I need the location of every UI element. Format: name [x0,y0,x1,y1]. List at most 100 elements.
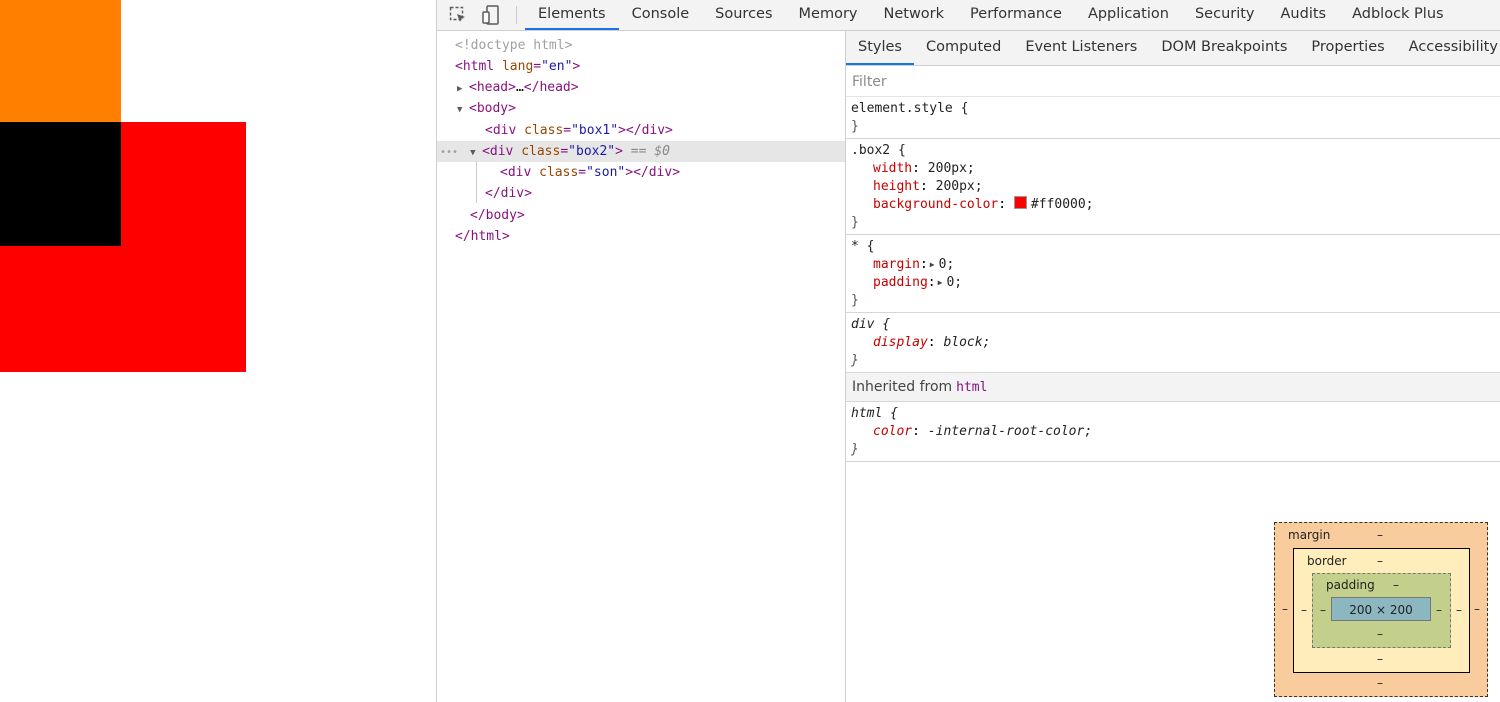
dom-node-head[interactable]: ▶ <head>…</head> [437,77,845,98]
more-options-icon[interactable]: ••• [437,147,458,158]
dom-tree: <!doctype html> <html lang="en"> ▶ <head>… [437,31,845,702]
css-property-display: display: block; [873,335,991,350]
tab-performance[interactable]: Performance [957,0,1075,30]
toolbar-separator [516,6,517,24]
tab-application[interactable]: Application [1075,0,1182,30]
css-property-background-color[interactable]: background-color: #ff0000; [873,196,1500,214]
box2-attr-name: class [521,144,561,159]
universal-selector: * { [851,239,875,254]
prop-name: width [873,161,913,176]
box2-element [0,122,246,372]
close-brace: } [851,215,859,230]
box-model-padding[interactable]: padding – – – – 200 × 200 [1312,573,1451,648]
tab-audits[interactable]: Audits [1268,0,1340,30]
filter-bar [846,66,1500,97]
collapse-triangle-icon[interactable]: ▼ [457,100,469,121]
dom-node-doctype[interactable]: <!doctype html> [437,35,845,56]
html-tag-name: html [462,59,495,74]
rule-universal[interactable]: * { margin: ▶ 0; padding: ▶ 0; } [846,235,1500,313]
html-close-tag-name: html [470,229,502,244]
prop-name: padding [873,275,928,290]
padding-right-value[interactable]: – [1436,603,1442,617]
box2-selector: .box2 { [851,143,906,158]
prop-value: #ff0000; [1030,197,1094,212]
color-swatch-icon[interactable] [1013,196,1027,209]
subtab-properties[interactable]: Properties [1299,31,1396,65]
son-element [0,122,121,246]
prop-name: display [873,335,928,350]
tab-console[interactable]: Console [619,0,703,30]
dom-node-box2-close[interactable]: </div> [437,183,845,204]
tab-memory[interactable]: Memory [786,0,871,30]
subtab-event-listeners[interactable]: Event Listeners [1013,31,1149,65]
dom-node-html-close[interactable]: </html> [437,226,845,247]
padding-label: padding [1326,578,1375,592]
margin-bottom-value[interactable]: – [1377,676,1383,690]
expand-shorthand-icon[interactable]: ▶ [930,256,935,274]
dom-node-body[interactable]: ▼ <body> [437,98,845,119]
tab-security[interactable]: Security [1182,0,1268,30]
head-close-tag-name: head [539,80,571,95]
html-attr-value: "en" [541,59,573,74]
rule-element-style[interactable]: element.style { } [846,97,1500,139]
subtab-accessibility[interactable]: Accessibility [1397,31,1500,65]
inspect-element-icon[interactable] [447,4,469,26]
margin-left-value[interactable]: – [1282,602,1288,616]
box1-close-tag-name: div [641,123,666,138]
border-top-value[interactable]: – [1377,554,1383,568]
head-ellipsis: … [515,80,524,95]
dom-node-box1[interactable]: <div class="box1"></div> [437,120,845,141]
doctype-text: <!doctype html> [455,38,573,53]
devtools-panel: Elements Console Sources Memory Network … [436,0,1500,702]
css-property-width[interactable]: width: 200px; [873,160,1500,178]
subtab-styles[interactable]: Styles [846,31,914,65]
prop-name: margin [873,257,920,272]
dom-node-body-close[interactable]: </body> [437,205,845,226]
expand-shorthand-icon[interactable]: ▶ [938,274,943,292]
dom-node-box2[interactable]: ••• ▼ <div class="box2"> == $0 [437,141,845,162]
rule-user-agent-div[interactable]: div { display: block; } [846,313,1500,373]
tab-adblock-plus[interactable]: Adblock Plus [1339,0,1456,30]
close-brace: } [851,442,859,457]
box-model-margin[interactable]: margin – – – – border – – – – padding – … [1274,522,1488,697]
tab-elements[interactable]: Elements [525,0,619,30]
dom-node-son[interactable]: <div class="son"></div> [437,162,845,183]
css-property-padding[interactable]: padding: ▶ 0; [873,274,1500,292]
css-property-margin[interactable]: margin: ▶ 0; [873,256,1500,274]
expand-triangle-icon[interactable]: ▶ [457,79,469,100]
border-left-value[interactable]: – [1301,603,1307,617]
padding-bottom-value[interactable]: – [1377,627,1383,641]
border-bottom-value[interactable]: – [1377,652,1383,666]
body-close-tag-name: body [485,208,517,223]
close-brace: } [851,353,859,368]
padding-top-value[interactable]: – [1393,578,1399,592]
styles-filter-input[interactable] [850,70,1454,94]
device-toolbar-icon[interactable] [480,4,502,26]
tab-network[interactable]: Network [871,0,958,30]
box-model-border[interactable]: border – – – – padding – – – – 200 × 200 [1293,548,1470,673]
div-selector: div { [851,317,891,332]
body-tag-name: body [476,101,509,116]
inherited-tag-link[interactable]: html [956,380,987,395]
styles-pane: Styles Computed Event Listeners DOM Brea… [845,31,1500,702]
close-brace: } [851,119,859,134]
border-label: border [1307,554,1347,568]
subtab-dom-breakpoints[interactable]: DOM Breakpoints [1149,31,1299,65]
box1-element [0,0,121,122]
margin-top-value[interactable]: – [1377,528,1383,542]
css-property-color: color: -internal-root-color; [873,424,1093,439]
tab-sources[interactable]: Sources [702,0,785,30]
padding-left-value[interactable]: – [1320,603,1326,617]
margin-right-value[interactable]: – [1474,602,1480,616]
prop-value: 0; [946,275,963,290]
css-property-height[interactable]: height: 200px; [873,178,1500,196]
box2-tag-name: div [489,144,514,159]
son-close-tag-name: div [648,165,673,180]
rule-box2[interactable]: .box2 { width: 200px; height: 200px; bac… [846,139,1500,235]
rule-user-agent-html[interactable]: html { color: -internal-root-color; } [846,402,1500,462]
subtab-computed[interactable]: Computed [914,31,1013,65]
box-model-content[interactable]: 200 × 200 [1331,597,1431,621]
dom-node-html[interactable]: <html lang="en"> [437,56,845,77]
inherited-label: Inherited from [852,379,953,395]
border-right-value[interactable]: – [1456,603,1462,617]
